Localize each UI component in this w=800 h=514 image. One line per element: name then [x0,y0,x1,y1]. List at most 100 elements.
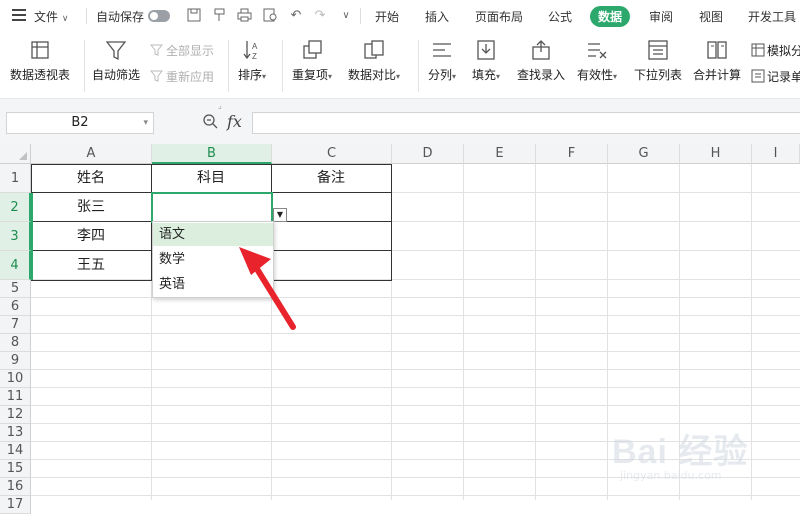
duplicates-button[interactable]: 重复项▾ [292,38,332,83]
cell-a2[interactable]: 张三 [31,193,151,221]
row-header-1[interactable]: 1 [0,164,31,193]
fill-label: 填充 [472,68,497,82]
formula-bar: B2 ▾ ⌟ fx [0,98,800,144]
divider [86,8,87,24]
column-header-b[interactable]: B [152,144,272,164]
simulate-button[interactable]: 模拟分 [751,42,800,59]
autofilter-button[interactable]: 自动筛选 [92,38,140,83]
row-header-16[interactable]: 16 [0,478,31,496]
autosave-toggle[interactable] [148,10,170,22]
row-header-3[interactable]: 3 [0,222,31,251]
cell-dropdown-button[interactable]: ▼ [273,208,287,222]
active-cell-b2[interactable] [151,192,273,223]
validity-button[interactable]: 有效性▾ [577,38,617,83]
row-header-17[interactable]: 17 [0,496,31,514]
cell-a4[interactable]: 王五 [31,251,151,279]
print-icon[interactable] [236,8,252,24]
row-header-9[interactable]: 9 [0,352,31,370]
name-box[interactable]: B2 ▾ [6,112,154,134]
tab-formula[interactable]: 公式 [548,8,572,25]
show-all-button[interactable]: 全部显示 [149,42,215,59]
lookup-entry-icon [532,40,550,60]
column-header-g[interactable]: G [608,144,680,164]
fill-button[interactable]: 填充▾ [472,38,500,83]
reapply-button[interactable]: 重新应用 [149,68,215,85]
cell-c1[interactable]: 备注 [271,164,391,192]
format-painter-icon[interactable] [212,8,228,24]
consolidate-button[interactable]: 合并计算 [693,38,741,83]
duplicates-icon [303,40,322,59]
row-header-13[interactable]: 13 [0,424,31,442]
grid-line [31,315,800,316]
row-header-11[interactable]: 11 [0,388,31,406]
filter-icon [105,41,127,61]
tab-view[interactable]: 视图 [699,8,723,25]
autosave-label: 自动保存 [96,10,145,24]
row-header-15[interactable]: 15 [0,460,31,478]
lookup-entry-label: 查找录入 [517,68,566,82]
tab-page-layout[interactable]: 页面布局 [475,8,523,25]
formula-input[interactable] [252,112,800,134]
data-compare-button[interactable]: 数据对比▾ [348,38,400,83]
show-all-label: 全部显示 [166,44,215,58]
undo-icon[interactable]: ↶ [288,8,304,24]
more-icon[interactable]: ∨ [338,8,354,24]
select-all-corner[interactable] [0,144,31,164]
chevron-down-icon[interactable]: ▾ [143,113,148,133]
validity-icon [588,43,607,59]
split-column-icon [433,43,452,57]
row-header-8[interactable]: 8 [0,334,31,352]
row-header-7[interactable]: 7 [0,316,31,334]
divider [360,8,361,24]
grid-line [31,387,800,388]
duplicates-label: 重复项 [292,68,329,82]
row-header-4[interactable]: 4 [0,251,31,280]
split-column-label: 分列 [428,68,453,82]
column-header-f[interactable]: F [536,144,608,164]
grid-line [31,351,800,352]
split-column-button[interactable]: 分列▾ [428,38,456,83]
sort-button[interactable]: AZ 排序▾ [238,38,266,83]
function-icon[interactable]: fx [227,112,242,131]
cell-a1[interactable]: 姓名 [31,164,151,192]
column-header-i[interactable]: I [752,144,800,164]
sort-icon: AZ [243,41,258,61]
validity-label: 有效性 [577,68,614,82]
tab-review[interactable]: 审阅 [649,8,673,25]
row-header-5[interactable]: 5 [0,280,31,298]
dropdown-list-button[interactable]: 下拉列表 [634,38,682,83]
tab-start[interactable]: 开始 [375,8,399,25]
hamburger-icon[interactable] [12,9,26,21]
lookup-entry-button[interactable]: 查找录入 [517,38,565,83]
zoom-icon[interactable] [202,113,218,129]
redo-icon[interactable]: ↷ [312,8,328,24]
pivot-table-icon [31,41,49,59]
reapply-label: 重新应用 [166,70,215,84]
grid-line [31,495,800,496]
save-icon[interactable] [186,8,202,24]
cell-b1[interactable]: 科目 [151,164,271,192]
grid-line [607,164,608,500]
row-header-6[interactable]: 6 [0,298,31,316]
column-header-a[interactable]: A [31,144,152,164]
row-header-14[interactable]: 14 [0,442,31,460]
row-header-2[interactable]: 2 [0,193,31,222]
divider [418,40,419,92]
column-header-c[interactable]: C [272,144,392,164]
tab-developer[interactable]: 开发工具 [748,8,796,25]
file-menu[interactable]: 文件 ∨ [34,8,68,25]
row-header-12[interactable]: 12 [0,406,31,424]
cell-a3[interactable]: 李四 [31,222,151,250]
ribbon: 数据透视表 自动筛选 全部显示 重新应用 AZ 排序▾ 重复项▾ 数据对比▾ 分… [0,32,800,98]
print-preview-icon[interactable] [262,8,278,24]
column-header-e[interactable]: E [464,144,536,164]
tab-insert[interactable]: 插入 [425,8,449,25]
column-header-h[interactable]: H [680,144,752,164]
pivot-table-button[interactable]: 数据透视表 [10,38,70,83]
fill-icon [477,40,495,60]
column-header-d[interactable]: D [392,144,464,164]
data-compare-icon [364,40,384,59]
record-form-button[interactable]: 记录单 [751,68,800,85]
row-header-10[interactable]: 10 [0,370,31,388]
tab-data[interactable]: 数据 [590,6,631,27]
